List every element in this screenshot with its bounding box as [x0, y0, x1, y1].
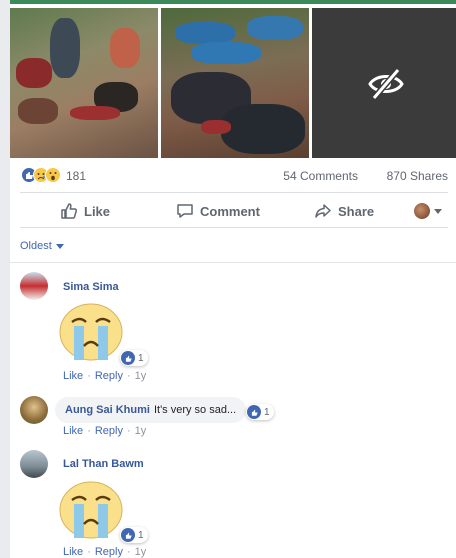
reaction-count[interactable]: 181	[66, 169, 86, 183]
comment-like-link[interactable]: Like	[63, 370, 83, 382]
share-button[interactable]: Share	[314, 193, 374, 229]
separator-dot: ·	[87, 370, 91, 382]
comment-like-link[interactable]: Like	[63, 425, 83, 437]
profile-avatar	[414, 203, 430, 219]
avatar[interactable]	[20, 396, 48, 424]
post-photo-1[interactable]	[10, 8, 158, 158]
comment-author-name[interactable]: Aung Sai Khumi	[65, 404, 150, 416]
comment-reply-link[interactable]: Reply	[95, 546, 123, 558]
wow-reaction-icon	[45, 167, 61, 183]
comment-sort-dropdown[interactable]: Oldest	[20, 240, 64, 252]
like-button-label: Like	[84, 203, 111, 219]
like-reaction-icon	[121, 528, 135, 542]
comment-meta: Like · Reply · 1y	[63, 370, 146, 382]
post-card: 181 54 Comments 870 Shares Like Comment …	[10, 0, 456, 558]
separator-dot: ·	[87, 425, 91, 437]
comment-bubble: Aung Sai Khumi It's very so sad...	[55, 397, 247, 423]
comment-meta: Like · Reply · 1y	[63, 546, 146, 558]
photo-grid	[10, 4, 456, 158]
comment-button[interactable]: Comment	[176, 193, 260, 229]
speech-bubble-icon	[177, 204, 193, 218]
comments-count[interactable]: 54 Comments	[283, 169, 358, 183]
comment-reaction-count[interactable]: 1	[246, 404, 274, 420]
reaction-count-value: 1	[138, 529, 144, 541]
comment-meta: Like · Reply · 1y	[63, 425, 146, 437]
like-reaction-icon	[121, 351, 135, 365]
comment-text: It's very so sad...	[153, 404, 237, 416]
comment-timestamp[interactable]: 1y	[135, 370, 147, 382]
sort-label: Oldest	[20, 240, 52, 252]
crying-face-sticker	[59, 481, 123, 539]
like-button[interactable]: Like	[60, 193, 110, 229]
comment-like-link[interactable]: Like	[63, 546, 83, 558]
separator-dot: ·	[126, 546, 131, 558]
post-photo-3-hidden[interactable]	[312, 8, 456, 158]
reaction-count-value: 1	[264, 406, 270, 418]
comment-author-name[interactable]: Lal Than Bawm	[63, 458, 144, 470]
separator-dot: ·	[126, 425, 131, 437]
eye-slash-icon	[368, 68, 404, 100]
comment-timestamp[interactable]: 1y	[135, 546, 147, 558]
chevron-down-icon	[434, 208, 442, 214]
comment-reply-link[interactable]: Reply	[95, 425, 123, 437]
comment-timestamp[interactable]: 1y	[135, 425, 147, 437]
share-arrow-icon	[315, 204, 331, 218]
reaction-icons[interactable]	[21, 167, 61, 183]
post-stats: 181 54 Comments 870 Shares	[10, 160, 456, 188]
like-reaction-icon	[247, 405, 261, 419]
comment-author-name[interactable]: Sima Sima	[63, 281, 119, 293]
comment-reaction-count[interactable]: 1	[120, 527, 148, 543]
crying-face-sticker	[59, 303, 123, 361]
divider	[10, 262, 456, 263]
shares-count[interactable]: 870 Shares	[387, 169, 448, 183]
reaction-count-value: 1	[138, 352, 144, 364]
avatar[interactable]	[20, 450, 48, 478]
comment-button-label: Comment	[200, 203, 260, 219]
post-photo-2[interactable]	[161, 8, 309, 158]
share-button-label: Share	[338, 203, 375, 219]
react-as-selector[interactable]	[414, 193, 442, 229]
separator-dot: ·	[126, 370, 131, 382]
chevron-down-icon	[55, 243, 64, 249]
thumbs-up-icon	[61, 203, 78, 219]
comment-reply-link[interactable]: Reply	[95, 370, 123, 382]
post-action-bar: Like Comment Share	[20, 192, 448, 228]
separator-dot: ·	[87, 546, 91, 558]
comment-reaction-count[interactable]: 1	[120, 350, 148, 366]
avatar[interactable]	[20, 272, 48, 300]
